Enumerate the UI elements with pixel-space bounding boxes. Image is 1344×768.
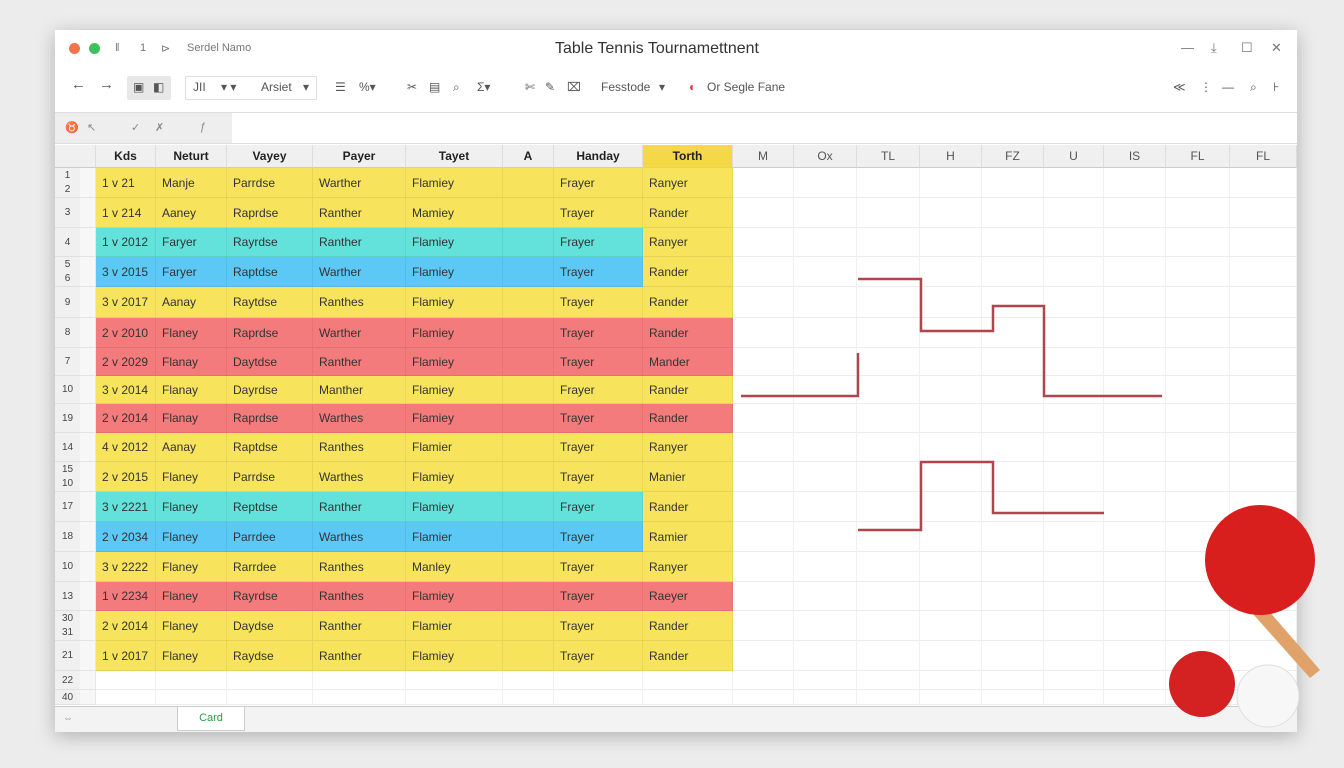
sheet-tab-card[interactable]: Card: [177, 707, 245, 731]
line-chart: [741, 277, 1162, 532]
paddle-icon: [1205, 505, 1320, 678]
sheet-tab-label: Card: [199, 712, 223, 724]
white-ball-icon: [1236, 664, 1300, 728]
ping-pong-decoration: [1169, 505, 1320, 728]
spreadsheet-window: ‖ 1 ⊳ Serdel Namo Table Tennis Tournamet…: [55, 30, 1297, 732]
chart-line: [858, 460, 1104, 532]
chart-line: [858, 277, 1162, 398]
chart-line: [741, 353, 860, 398]
red-ball-icon: [1169, 651, 1235, 717]
sheet-tab-bar: ⇔ Card: [55, 706, 1297, 732]
sheet-nav-icon[interactable]: ⇔: [63, 713, 73, 724]
